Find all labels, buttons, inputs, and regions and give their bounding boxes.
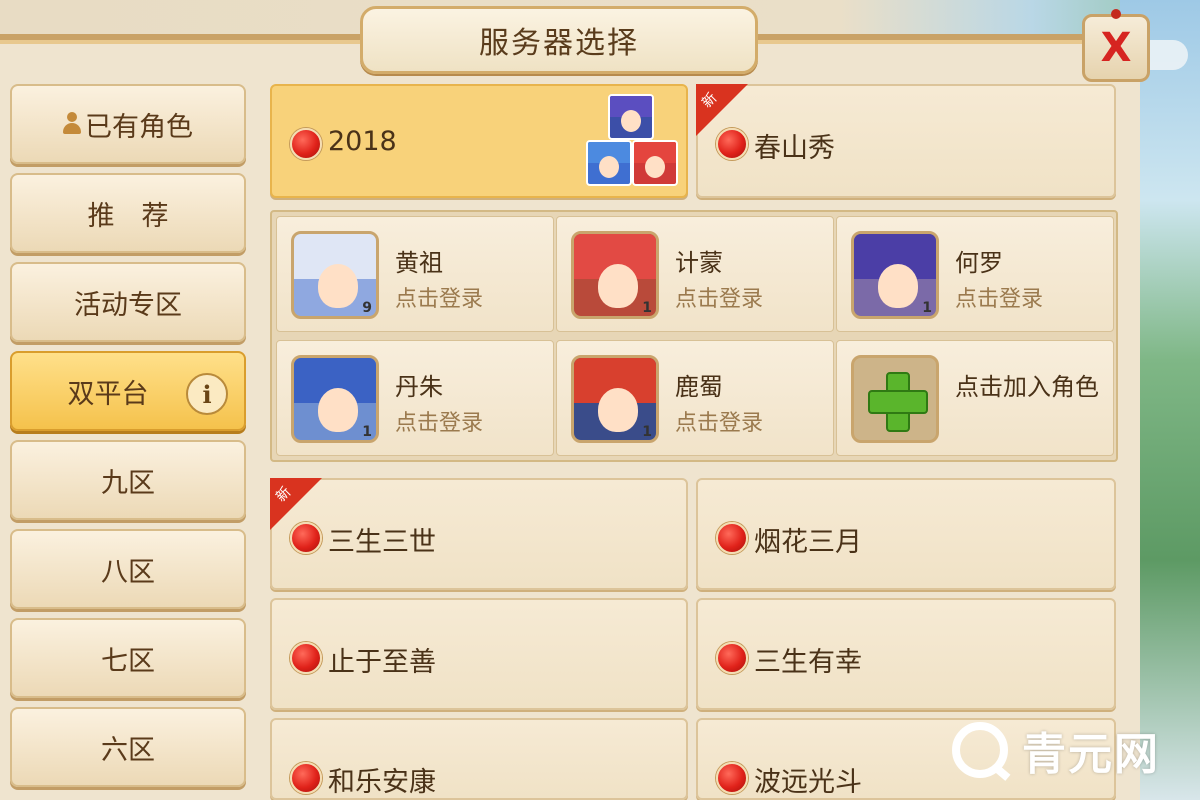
role-card[interactable]: 1 丹朱 点击登录 bbox=[276, 340, 554, 456]
role-name: 黄祖 bbox=[395, 249, 443, 277]
sidebar-item-label: 活动专区 bbox=[74, 289, 182, 321]
server-card[interactable]: 新 三生三世 bbox=[270, 478, 688, 590]
person-icon bbox=[63, 112, 81, 136]
role-login-link[interactable]: 点击登录 bbox=[395, 405, 483, 437]
sidebar-item-zone-8[interactable]: 八区 bbox=[10, 529, 246, 609]
sidebar-item-events[interactable]: 活动专区 bbox=[10, 262, 246, 342]
sidebar-item-label: 八区 bbox=[101, 556, 155, 588]
sidebar-item-zone-6[interactable]: 六区 bbox=[10, 707, 246, 787]
close-icon: X bbox=[1100, 25, 1132, 71]
role-login-link[interactable]: 点击登录 bbox=[395, 281, 483, 313]
watermark: 青元网 bbox=[952, 718, 1160, 782]
role-name: 计蒙 bbox=[675, 249, 723, 277]
server-card[interactable]: 和乐安康 bbox=[270, 718, 688, 800]
role-portrait-icon bbox=[632, 140, 678, 186]
status-dot-icon bbox=[716, 762, 748, 794]
sidebar-item-label: 七区 bbox=[101, 645, 155, 677]
sidebar-item-zone-9[interactable]: 九区 bbox=[10, 440, 246, 520]
sidebar: 已有角色 推 荐 活动专区 双平台 i 九区 八区 七区 六区 bbox=[10, 84, 246, 796]
status-dot-icon bbox=[290, 762, 322, 794]
add-role-button[interactable] bbox=[851, 355, 939, 443]
info-icon[interactable]: i bbox=[186, 373, 228, 415]
role-card[interactable]: 1 鹿蜀 点击登录 bbox=[556, 340, 834, 456]
role-avatar: 1 bbox=[291, 355, 379, 443]
sidebar-item-label: 六区 bbox=[101, 734, 155, 766]
add-role-card[interactable]: 点击加入角色 bbox=[836, 340, 1114, 456]
server-name: 三生三世 bbox=[328, 527, 436, 558]
server-name: 波远光斗 bbox=[754, 767, 862, 798]
sidebar-item-recommended[interactable]: 推 荐 bbox=[10, 173, 246, 253]
role-avatar: 1 bbox=[571, 355, 659, 443]
sidebar-item-label: 推 荐 bbox=[87, 200, 169, 232]
server-name: 烟花三月 bbox=[754, 527, 862, 558]
close-button[interactable]: X bbox=[1082, 9, 1150, 82]
watermark-logo-icon bbox=[952, 722, 1008, 778]
role-name: 丹朱 bbox=[395, 373, 443, 401]
status-dot-icon bbox=[290, 642, 322, 674]
server-card[interactable]: 三生有幸 bbox=[696, 598, 1116, 710]
title-banner: 服务器选择 bbox=[360, 6, 758, 74]
sidebar-item-existing-roles[interactable]: 已有角色 bbox=[10, 84, 246, 164]
status-dot-icon bbox=[716, 128, 748, 160]
role-portrait-icon bbox=[608, 94, 654, 140]
status-dot-icon bbox=[716, 642, 748, 674]
status-dot-icon bbox=[716, 522, 748, 554]
server-name: 春山秀 bbox=[754, 133, 835, 164]
server-card-2018[interactable]: 2018 bbox=[270, 84, 688, 198]
role-login-link[interactable]: 点击登录 bbox=[675, 281, 763, 313]
role-card[interactable]: 9 黄祖 点击登录 bbox=[276, 216, 554, 332]
watermark-text: 青元网 bbox=[1022, 729, 1160, 780]
role-card[interactable]: 1 计蒙 点击登录 bbox=[556, 216, 834, 332]
role-name: 何罗 bbox=[955, 249, 1003, 277]
pin-icon bbox=[1111, 9, 1121, 19]
role-card[interactable]: 1 何罗 点击登录 bbox=[836, 216, 1114, 332]
add-role-label: 点击加入角色 bbox=[955, 373, 1099, 401]
server-name: 2018 bbox=[328, 126, 397, 157]
server-card[interactable]: 烟花三月 bbox=[696, 478, 1116, 590]
role-avatar: 9 bbox=[291, 231, 379, 319]
role-grid: 9 黄祖 点击登录 1 计蒙 点击登录 1 何罗 点击登录 1 丹朱 点击登录 … bbox=[270, 210, 1118, 462]
server-name: 和乐安康 bbox=[328, 767, 436, 798]
server-card[interactable]: 止于至善 bbox=[270, 598, 688, 710]
role-portrait-icon bbox=[586, 140, 632, 186]
sidebar-item-label: 已有角色 bbox=[85, 111, 193, 143]
server-name: 止于至善 bbox=[328, 647, 436, 678]
server-name: 三生有幸 bbox=[754, 647, 862, 678]
server-card-chunshanxiu[interactable]: 新 春山秀 bbox=[696, 84, 1116, 198]
sidebar-item-dual-platform[interactable]: 双平台 i bbox=[10, 351, 246, 431]
role-avatar: 1 bbox=[571, 231, 659, 319]
sidebar-item-label: 双平台 bbox=[67, 378, 149, 410]
status-dot-icon bbox=[290, 522, 322, 554]
role-login-link[interactable]: 点击登录 bbox=[955, 281, 1043, 313]
sidebar-item-label: 九区 bbox=[101, 467, 155, 499]
status-dot-icon bbox=[290, 128, 322, 160]
role-name: 鹿蜀 bbox=[675, 373, 723, 401]
sidebar-item-zone-7[interactable]: 七区 bbox=[10, 618, 246, 698]
page-title: 服务器选择 bbox=[479, 26, 639, 61]
role-avatar: 1 bbox=[851, 231, 939, 319]
role-login-link[interactable]: 点击登录 bbox=[675, 405, 763, 437]
